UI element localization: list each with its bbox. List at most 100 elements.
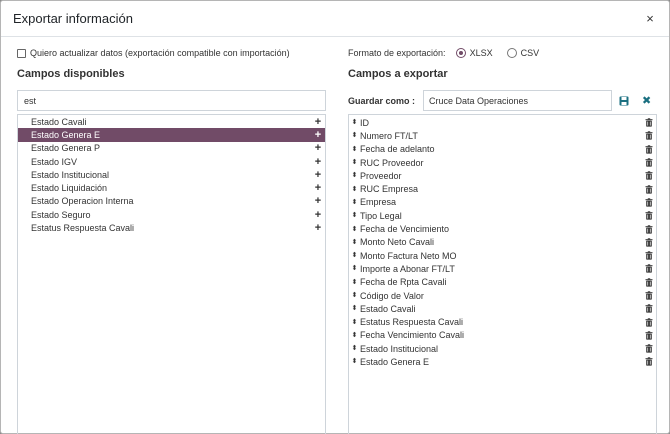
available-field-item[interactable]: Estado Liquidación + [18,181,325,194]
trash-icon[interactable] [645,344,653,353]
drag-handle-icon[interactable]: ⬍ [351,199,358,206]
export-field-item[interactable]: ⬍ Estatus Respuesta Cavali [349,315,656,328]
export-field-item[interactable]: ⬍ Empresa [349,196,656,209]
drag-handle-icon[interactable]: ⬍ [351,239,358,246]
available-field-item[interactable]: Estado IGV + [18,155,325,168]
dialog-header: Exportar información × [1,1,669,37]
drag-handle-icon[interactable]: ⬍ [351,132,358,139]
export-field-item[interactable]: ⬍ Estado Genera E [349,355,656,368]
drag-handle-icon[interactable]: ⬍ [351,252,358,259]
drag-handle-icon[interactable]: ⬍ [351,119,358,126]
available-field-item[interactable]: Estatus Respuesta Cavali + [18,221,325,234]
trash-icon[interactable] [645,251,653,260]
plus-icon[interactable]: + [313,156,323,167]
radio-csv[interactable] [506,48,517,58]
trash-icon[interactable] [645,291,653,300]
drag-handle-icon[interactable]: ⬍ [351,332,358,339]
format-option-xlsx[interactable]: XLSX [455,48,493,58]
available-field-item[interactable]: Estado Institucional + [18,168,325,181]
save-as-input[interactable] [423,90,612,111]
export-field-item[interactable]: ⬍ Código de Valor [349,289,656,302]
available-field-item[interactable]: Estado Genera P + [18,142,325,155]
export-field-label: Tipo Legal [360,210,402,221]
drag-handle-icon[interactable]: ⬍ [351,172,358,179]
drag-handle-icon[interactable]: ⬍ [351,265,358,272]
plus-icon[interactable]: + [313,129,323,140]
drag-handle-icon[interactable]: ⬍ [351,358,358,365]
plus-icon[interactable]: + [313,196,323,207]
trash-icon[interactable] [645,357,653,367]
drag-handle-icon[interactable]: ⬍ [351,279,358,286]
export-field-item[interactable]: ⬍ Fecha de Vencimiento [349,222,656,235]
export-field-item[interactable]: ⬍ Estado Cavali [349,302,656,315]
compat-checkbox[interactable] [17,48,26,58]
export-field-left: ⬍ Fecha de Vencimiento [351,224,450,234]
trash-icon[interactable] [645,118,653,127]
available-field-item[interactable]: Estado Seguro + [18,208,325,221]
available-field-item[interactable]: Estado Cavali + [18,115,325,128]
drag-handle-icon[interactable]: ⬍ [351,186,358,193]
export-field-item[interactable]: ⬍ Monto Neto Cavali [349,236,656,249]
trash-icon[interactable] [645,238,653,247]
plus-icon[interactable]: + [313,209,323,220]
plus-icon[interactable]: + [313,223,323,234]
export-field-item[interactable]: ⬍ RUC Proveedor [349,156,656,169]
export-field-left: ⬍ Empresa [351,197,396,207]
trash-icon[interactable] [645,171,653,180]
export-field-label: Código de Valor [360,290,424,301]
drag-handle-icon[interactable]: ⬍ [351,159,358,166]
drag-handle-icon[interactable]: ⬍ [351,146,358,153]
trash-icon[interactable] [645,184,653,194]
trash-icon[interactable] [645,317,653,327]
available-field-label: Estado Institucional [31,169,110,180]
export-field-item[interactable]: ⬍ Fecha de Rpta Cavali [349,276,656,289]
export-field-item[interactable]: ⬍ Monto Factura Neto MO [349,249,656,262]
format-option-csv[interactable]: CSV [506,48,539,58]
trash-icon[interactable] [645,145,653,154]
export-field-item[interactable]: ⬍ Estado Institucional [349,342,656,355]
plus-icon[interactable]: + [313,116,323,127]
export-field-item[interactable]: ⬍ Numero FT/LT [349,129,656,142]
export-field-item[interactable]: ⬍ Fecha de adelanto [349,143,656,156]
trash-icon[interactable] [645,264,653,274]
field-search-input[interactable] [17,90,326,111]
radio-xlsx[interactable] [455,48,466,58]
left-column: Quiero actualizar datos (exportación com… [17,47,326,111]
drag-handle-icon[interactable]: ⬍ [351,292,358,299]
trash-icon[interactable] [645,278,653,287]
plus-icon[interactable]: + [313,143,323,154]
save-icon[interactable] [619,96,629,106]
export-field-left: ⬍ Estatus Respuesta Cavali [351,317,464,327]
close-button[interactable]: × [643,11,657,26]
trash-icon[interactable] [645,304,653,313]
plus-icon[interactable]: + [313,169,323,180]
available-field-item[interactable]: Estado Genera E + [18,128,325,142]
compat-checkbox-label: Quiero actualizar datos (exportación com… [30,48,290,58]
export-field-item[interactable]: ⬍ Tipo Legal [349,209,656,222]
export-field-item[interactable]: ⬍ Proveedor [349,169,656,182]
export-field-left: ⬍ Estado Genera E [351,357,429,367]
drag-handle-icon[interactable]: ⬍ [351,319,358,326]
export-dialog: Exportar información × Quiero actualizar… [0,0,670,434]
trash-icon[interactable] [645,158,653,167]
export-field-item[interactable]: ⬍ Fecha Vencimiento Cavali [349,329,656,342]
trash-icon[interactable] [645,211,653,220]
trash-icon[interactable] [645,198,653,207]
trash-icon[interactable] [645,331,653,340]
drag-handle-icon[interactable]: ⬍ [351,345,358,352]
compat-checkbox-row[interactable]: Quiero actualizar datos (exportación com… [17,47,326,59]
trash-icon[interactable] [645,224,653,234]
trash-icon[interactable] [645,131,653,141]
export-field-item[interactable]: ⬍ RUC Empresa [349,182,656,195]
drag-handle-icon[interactable]: ⬍ [351,305,358,312]
plus-icon[interactable]: + [313,183,323,194]
drag-handle-icon[interactable]: ⬍ [351,226,358,233]
export-field-label: Estado Genera E [360,356,430,367]
export-field-label: Proveedor [360,170,402,181]
export-field-item[interactable]: ⬍ ID [349,116,656,129]
available-field-item[interactable]: Estado Operacion Interna + [18,195,325,208]
available-field-label: Estado Liquidación [31,183,108,194]
export-field-item[interactable]: ⬍ Importe a Abonar FT/LT [349,262,656,275]
remove-template-icon[interactable]: ✖ [642,95,651,106]
drag-handle-icon[interactable]: ⬍ [351,212,358,219]
